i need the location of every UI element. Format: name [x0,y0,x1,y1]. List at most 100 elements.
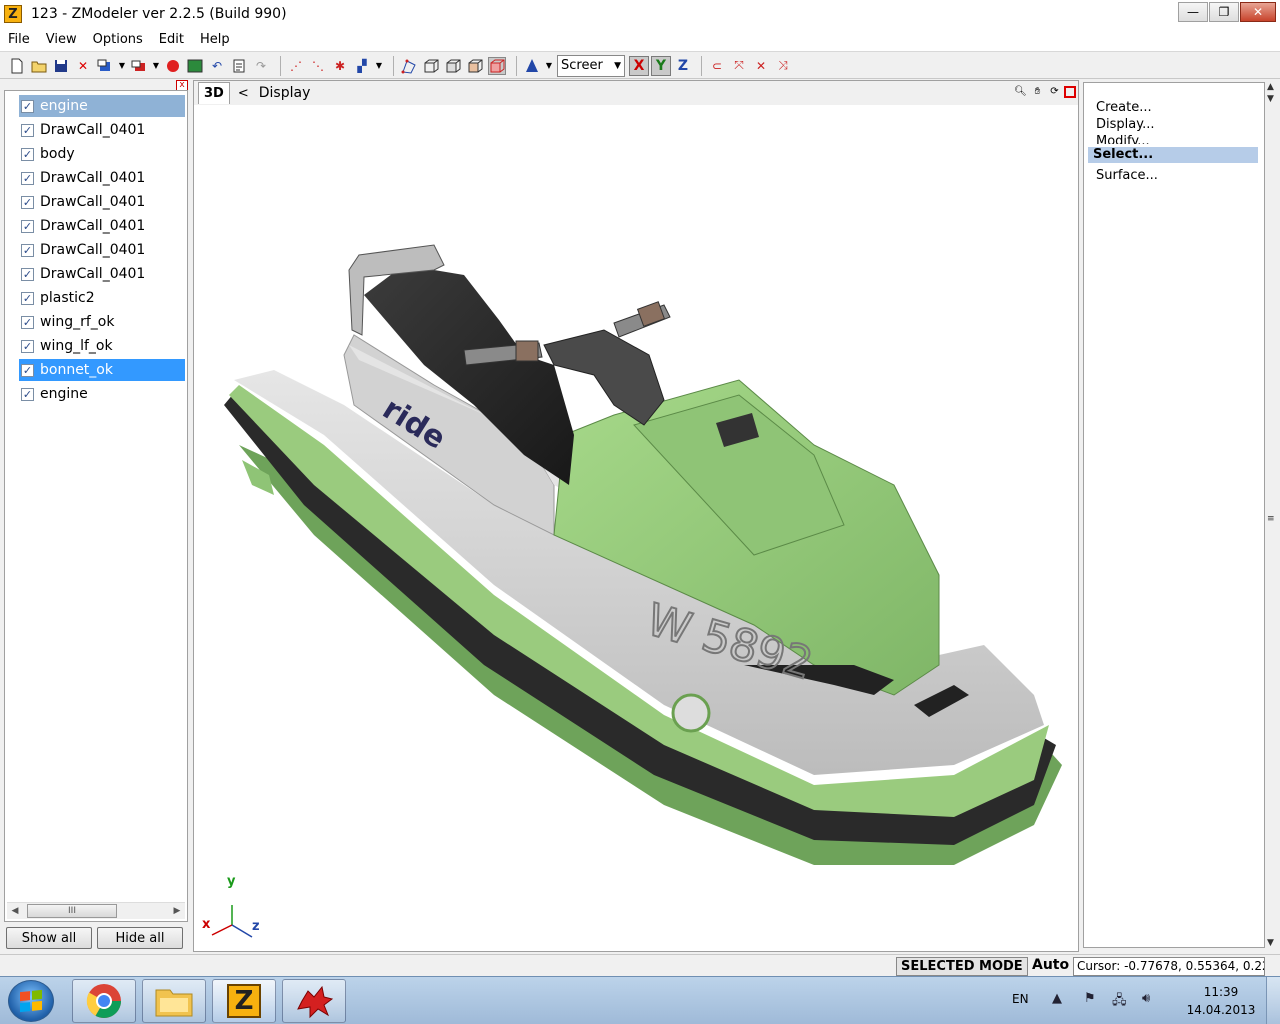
checkbox-icon[interactable]: ✓ [21,195,34,209]
export-icon[interactable] [130,57,148,75]
select-group-icon[interactable]: ▞ [353,57,371,75]
list-item[interactable]: ✓ DrawCall_0401 [19,191,185,213]
list-item[interactable]: ✓ body [19,143,185,165]
axis-y-toggle[interactable]: Y [651,55,671,76]
frame-icon[interactable] [400,57,418,75]
minimize-button[interactable]: — [1178,2,1208,22]
zmodeler-app-icon[interactable]: Z [4,5,22,23]
import-icon[interactable] [96,57,114,75]
export-dropdown-icon[interactable]: ▼ [152,57,160,75]
list-item[interactable]: ✓ bonnet_ok [19,359,185,381]
list-item[interactable]: ✓ DrawCall_0401 [19,263,185,285]
checkbox-icon[interactable]: ✓ [21,291,34,305]
import-dropdown-icon[interactable]: ▼ [118,57,126,75]
scroll-up-icon[interactable]: ▲ [1267,82,1274,92]
checkbox-icon[interactable]: ✓ [21,267,34,281]
menu-edit[interactable]: Edit [151,32,192,47]
system-clock[interactable]: 11:39 14.04.2013 [1186,983,1256,1019]
menu-file[interactable]: File [0,32,38,47]
list-item[interactable]: ✓ DrawCall_0401 [19,239,185,261]
command-surface[interactable]: Surface... [1096,168,1158,184]
delete-icon[interactable]: ✕ [74,57,92,75]
tray-expand-icon[interactable]: ▲ [1052,991,1062,1006]
zoom-icon[interactable]: 🔍︎ [1013,84,1028,99]
maximize-button[interactable]: ❐ [1209,2,1239,22]
list-item[interactable]: ✓ engine [19,383,185,405]
select-vertex-icon[interactable]: ⋰ [287,57,305,75]
taskbar-app[interactable] [282,979,346,1023]
new-file-icon[interactable] [8,57,26,75]
close-button[interactable]: ✕ [1240,2,1276,22]
axis-gizmo-alt-icon[interactable]: ✕ [752,57,770,75]
show-all-button[interactable]: Show all [6,927,92,949]
language-indicator[interactable]: EN [1012,992,1029,1006]
redo-icon[interactable]: ↷ [252,57,270,75]
cone-icon[interactable] [523,57,541,75]
render-canvas[interactable]: ride W 5892 y x z [194,105,1078,951]
hide-all-button[interactable]: Hide all [97,927,183,949]
rotate-icon[interactable]: ⟳ [1047,84,1062,99]
list-item[interactable]: ✓ DrawCall_0401 [19,119,185,141]
checkbox-icon[interactable]: ✓ [21,315,34,329]
axis-x-toggle[interactable]: X [629,55,649,76]
menu-view[interactable]: View [38,32,85,47]
axis-gizmo-rotate-icon[interactable]: ⤨ [774,57,792,75]
menu-options[interactable]: Options [85,32,151,47]
checkbox-icon[interactable]: ✓ [21,147,34,161]
scroll-down-icon[interactable]: ▼ [1267,94,1274,104]
document-icon[interactable] [230,57,248,75]
pan-hand-icon[interactable]: ✋︎ [1030,84,1045,99]
maximize-viewport-icon[interactable] [1064,85,1076,98]
checkbox-icon[interactable]: ✓ [21,219,34,233]
taskbar-explorer[interactable] [142,979,206,1023]
list-item[interactable]: ✓ DrawCall_0401 [19,215,185,237]
undo-icon[interactable]: ↶ [208,57,226,75]
magnet-icon[interactable]: ⊂ [708,57,726,75]
list-item[interactable]: ✓ wing_lf_ok [19,335,185,357]
scroll-left-icon[interactable]: ◀ [7,906,23,916]
taskbar-zmodeler[interactable]: Z [212,979,276,1023]
command-select[interactable]: Select... [1088,147,1258,163]
record-icon[interactable] [164,57,182,75]
box-selected-icon[interactable] [488,56,506,75]
checkbox-icon[interactable]: ✓ [21,99,34,113]
checkbox-icon[interactable]: ✓ [21,171,34,185]
scroll-right-icon[interactable]: ▶ [169,906,185,916]
texture-icon[interactable] [186,57,204,75]
checkbox-icon[interactable]: ✓ [21,339,34,353]
checkbox-icon[interactable]: ✓ [21,123,34,137]
scroll-down-bottom-icon[interactable]: ▼ [1267,938,1274,948]
start-button[interactable] [8,980,54,1022]
action-center-flag-icon[interactable]: ⚑ [1084,991,1096,1006]
list-item[interactable]: ✓ DrawCall_0401 [19,167,185,189]
tab-3d[interactable]: 3D [198,82,230,104]
object-list[interactable]: ✓ engine ✓ DrawCall_0401 ✓ body ✓ DrawCall_0… [4,90,188,922]
command-create[interactable]: Create... [1096,100,1152,116]
shape-dropdown-icon[interactable]: ▼ [545,57,553,75]
box-textured-icon[interactable] [466,57,484,75]
box-icon[interactable] [422,57,440,75]
back-arrow-icon[interactable]: < [238,86,249,101]
select-object-icon[interactable]: ✱ [331,57,349,75]
scroll-thumb[interactable]: III [27,904,117,918]
command-display[interactable]: Display... [1096,117,1154,133]
scroll-grip-icon[interactable]: ≡ [1267,514,1275,524]
network-icon[interactable]: 🖧︎ [1112,991,1127,1013]
axis-z-toggle[interactable]: Z [673,56,693,76]
checkbox-icon[interactable]: ✓ [21,363,34,377]
checkbox-icon[interactable]: ✓ [21,387,34,401]
box-solid-icon[interactable] [444,57,462,75]
taskbar-chrome[interactable] [72,979,136,1023]
menu-help[interactable]: Help [192,32,238,47]
show-desktop-button[interactable] [1266,977,1280,1024]
checkbox-icon[interactable]: ✓ [21,243,34,257]
vertical-scrollbar[interactable]: ▲ ▼ ≡ ▼ [1265,82,1279,950]
command-list[interactable]: Create... Display... Modify... Select...… [1083,82,1265,948]
axis-gizmo-icon[interactable]: ⤧ [730,57,748,75]
command-modify[interactable]: Modify... [1096,134,1150,144]
horizontal-scrollbar[interactable]: ◀ III ▶ [7,902,185,919]
view-mode-select[interactable]: Screer ▼ [557,54,625,77]
select-dropdown-icon[interactable]: ▼ [375,57,383,75]
list-item[interactable]: ✓ engine [19,95,185,117]
save-icon[interactable] [52,57,70,75]
